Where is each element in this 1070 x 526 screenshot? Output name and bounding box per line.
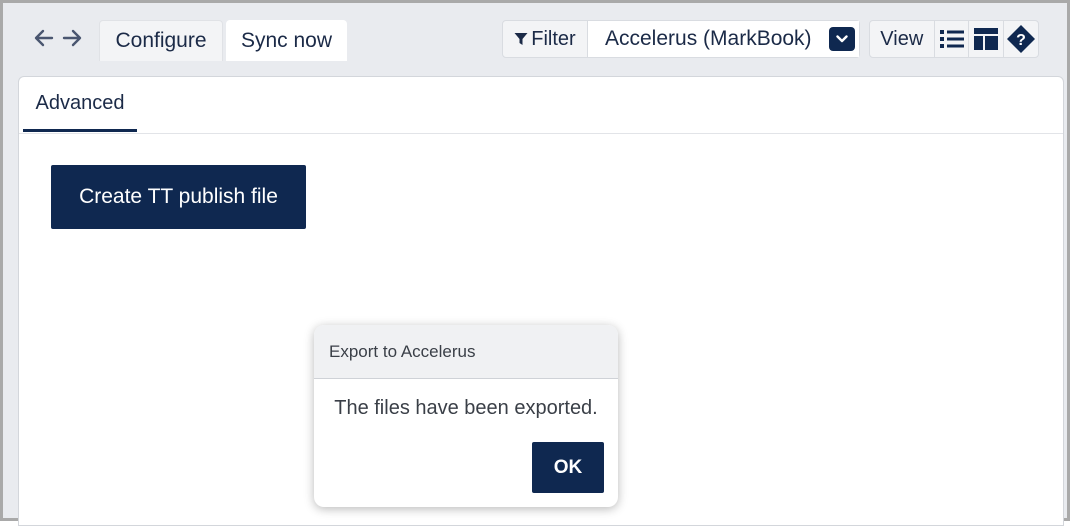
dialog-message: The files have been exported. bbox=[334, 397, 598, 419]
tab-configure[interactable]: Configure bbox=[99, 20, 223, 61]
list-view-icon bbox=[939, 30, 964, 48]
top-toolbar: Configure Sync now Filter Accelerus (Mar… bbox=[3, 3, 1067, 61]
dialog-header: Export to Accelerus bbox=[314, 325, 618, 379]
tab-configure-label: Configure bbox=[115, 29, 207, 52]
layout-view-icon bbox=[974, 28, 999, 50]
filter-button[interactable]: Filter bbox=[503, 21, 588, 57]
help-icon: ? bbox=[1007, 25, 1036, 53]
filter-group: Filter Accelerus (MarkBook) bbox=[502, 20, 860, 58]
view-label: View bbox=[880, 27, 924, 50]
filter-select[interactable]: Accelerus (MarkBook) bbox=[588, 21, 859, 57]
list-view-button[interactable] bbox=[935, 21, 970, 57]
export-dialog: Export to Accelerus The files have been … bbox=[314, 325, 618, 507]
view-group: View ? bbox=[869, 20, 1039, 58]
app-window: Configure Sync now Filter Accelerus (Mar… bbox=[0, 0, 1070, 526]
subtab-bar: Advanced bbox=[19, 77, 1063, 134]
dialog-title: Export to Accelerus bbox=[329, 341, 476, 361]
arrow-left-icon bbox=[34, 29, 54, 47]
create-tt-publish-file-button[interactable]: Create TT publish file bbox=[51, 165, 306, 229]
filter-icon bbox=[514, 33, 528, 45]
tab-sync-now[interactable]: Sync now bbox=[226, 20, 347, 61]
layout-view-button[interactable] bbox=[969, 21, 1005, 57]
svg-text:?: ? bbox=[1016, 32, 1026, 49]
chevron-down-icon bbox=[836, 35, 848, 43]
tab-advanced[interactable]: Advanced bbox=[23, 77, 137, 132]
filter-label: Filter bbox=[531, 27, 576, 50]
ok-button[interactable]: OK bbox=[532, 442, 604, 493]
tab-advanced-label: Advanced bbox=[35, 91, 125, 114]
back-button[interactable] bbox=[33, 27, 55, 49]
tab-sync-now-label: Sync now bbox=[240, 28, 333, 52]
view-button[interactable]: View bbox=[870, 21, 935, 57]
arrow-right-icon bbox=[62, 29, 82, 47]
help-button[interactable]: ? bbox=[1004, 21, 1038, 57]
forward-button[interactable] bbox=[61, 27, 83, 49]
filter-select-value: Accelerus (MarkBook) bbox=[605, 27, 812, 50]
dropdown-toggle[interactable] bbox=[829, 27, 855, 51]
